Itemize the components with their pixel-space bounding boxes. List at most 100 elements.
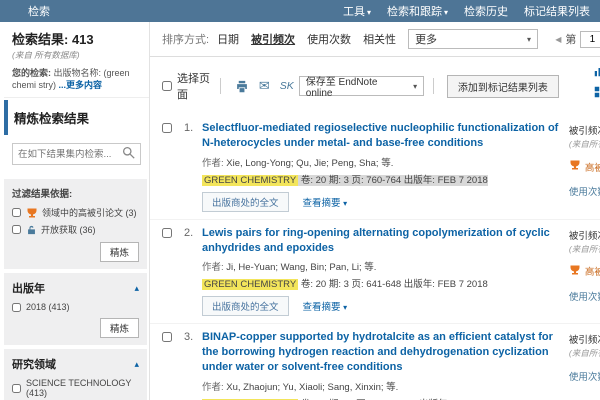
facet-item: 2018 (413) xyxy=(12,302,139,312)
main-content: 排序方式: 日期被引频次使用次数相关性 更多 ▾ ◀ 第 页,共 42 页 ▶ … xyxy=(150,22,600,400)
highly-cited-badge: 高被引论文 xyxy=(569,159,600,174)
pagination: ◀ 第 页,共 42 页 ▶ xyxy=(551,31,600,48)
usage-count-toggle[interactable]: 使用次数 xyxy=(569,184,600,198)
result-title-link[interactable]: BINAP-copper supported by hydrotalcite a… xyxy=(202,330,559,375)
filter-item: 领域中的高被引论文 (3) xyxy=(12,206,139,219)
chevron-up-icon: ▴ xyxy=(134,283,139,294)
prev-page-arrow-icon[interactable]: ◀ xyxy=(555,35,561,44)
sort-by-label: 排序方式: xyxy=(162,31,209,47)
times-cited-label: 被引频次: xyxy=(569,231,600,242)
result-checkbox[interactable] xyxy=(162,332,172,342)
refine-button[interactable]: 精炼 xyxy=(100,318,139,338)
save-to-endnote-select[interactable]: 保存至 EndNote online ▾ xyxy=(299,76,424,96)
sort-options: 日期被引频次使用次数相关性 xyxy=(217,31,408,47)
result-item: 3.BINAP-copper supported by hydrotalcite… xyxy=(150,324,600,400)
facet-item-list: SCIENCE TECHNOLOGY (413)SOCIAL SCIENCES … xyxy=(12,378,139,400)
usage-count-toggle[interactable]: 使用次数 xyxy=(569,369,600,383)
sort-bar: 排序方式: 日期被引频次使用次数相关性 更多 ▾ ◀ 第 页,共 42 页 ▶ xyxy=(150,22,600,57)
results-list: 1.Selectfluor-mediated regioselective nu… xyxy=(150,115,600,400)
filter-item-label: 开放获取 (36) xyxy=(41,223,96,236)
sort-option[interactable]: 被引频次 xyxy=(251,31,295,47)
select-page-checkbox[interactable] xyxy=(162,81,172,91)
filter-checkbox[interactable] xyxy=(12,225,21,234)
topbar-menu-item[interactable]: 检索和跟踪▾ xyxy=(387,3,448,19)
select-page-label: 选择页面 xyxy=(177,70,211,102)
fulltext-from-publisher-button[interactable]: 出版商处的全文 xyxy=(202,192,289,212)
results-summary: 检索结果: 413 (来自 所有数据库) 您的检索: 出版物名称: (green… xyxy=(4,22,149,98)
chevron-down-icon: ▾ xyxy=(403,82,417,91)
topbar-menu-item[interactable]: 标记结果列表 xyxy=(524,3,590,19)
chevron-down-icon: ▾ xyxy=(517,35,531,44)
facet-section-header[interactable]: 研究领域▴ xyxy=(12,356,139,372)
result-citation-info: 被引频次: 6(来自所有数据库)使用次数 xyxy=(569,330,600,400)
page-prefix: 第 xyxy=(565,31,576,47)
sort-more-value: 更多 xyxy=(415,31,437,47)
facet-section-title: 出版年 xyxy=(12,280,45,296)
more-link[interactable]: ...更多内容 xyxy=(59,80,103,90)
result-title-link[interactable]: Lewis pairs for ring-opening alternating… xyxy=(202,226,559,256)
refine-search-input[interactable] xyxy=(18,149,122,160)
create-citation-report-link[interactable]: 创建引文报告 xyxy=(559,65,600,80)
facet-item-label: SCIENCE TECHNOLOGY (413) xyxy=(26,378,139,398)
journal-name-highlighted: GREEN CHEMISTRY xyxy=(202,279,298,290)
refine-search-wrap xyxy=(4,135,149,175)
facet-section: 出版年 ▴ 2018 (413) 精炼 xyxy=(4,273,147,345)
refine-button[interactable]: 精炼 xyxy=(100,242,139,262)
sort-option[interactable]: 使用次数 xyxy=(307,31,351,47)
view-abstract-link[interactable]: 查看摘要 ▾ xyxy=(303,299,348,313)
page-number-input[interactable] xyxy=(580,31,600,48)
add-to-marked-list-button[interactable]: 添加到标记结果列表 xyxy=(447,75,559,98)
sort-option[interactable]: 相关性 xyxy=(363,31,396,47)
filter-block: 过滤结果依据: 领域中的高被引论文 (3) 开放获取 (36) 精炼 xyxy=(4,179,147,269)
email-icon[interactable]: ✉ xyxy=(259,78,270,94)
trophy-icon xyxy=(569,264,585,279)
top-navigation-bar: 检索 工具▾ 检索和跟踪▾ 检索历史标记结果列表 xyxy=(0,0,600,22)
view-abstract-link[interactable]: 查看摘要 ▾ xyxy=(303,195,348,209)
facet-section-header[interactable]: 出版年 ▴ xyxy=(12,280,139,296)
authors-label: 作者: xyxy=(202,382,226,393)
grid-chart-icon xyxy=(594,86,600,101)
authors-label: 作者: xyxy=(202,262,226,273)
facet-checkbox[interactable] xyxy=(12,303,21,312)
topbar-menu-item[interactable]: 检索历史 xyxy=(464,3,508,19)
facet-item-list: 2018 (413) xyxy=(12,302,139,312)
times-cited: 被引频次: 8 xyxy=(569,228,600,242)
sort-more-select[interactable]: 更多 ▾ xyxy=(408,29,538,49)
chevron-down-icon: ▾ xyxy=(343,199,347,208)
facet-sections: 出版年 ▴ 2018 (413) 精炼研究领域▴ SCIENCE TECHNOLOGY … xyxy=(4,273,149,400)
chevron-down-icon: ▾ xyxy=(367,8,371,17)
nav-search[interactable]: 检索 xyxy=(28,3,50,19)
result-links: 出版商处的全文查看摘要 ▾ xyxy=(202,192,559,212)
save-file-icon[interactable]: SK xyxy=(280,80,294,92)
result-checkbox[interactable] xyxy=(162,123,172,133)
facet-item-label: 2018 (413) xyxy=(26,302,70,312)
result-checkbox[interactable] xyxy=(162,228,172,238)
authors-names: Xu, Zhaojun; Yu, Xiaoli; Sang, Xinxin; 等… xyxy=(226,382,398,393)
refine-sidebar: 检索结果: 413 (来自 所有数据库) 您的检索: 出版物名称: (green… xyxy=(0,22,150,400)
fulltext-from-publisher-button[interactable]: 出版商处的全文 xyxy=(202,296,289,316)
your-search-label: 您的检索: xyxy=(12,68,51,78)
topbar-menu-item[interactable]: 工具▾ xyxy=(343,3,371,19)
authors-names: Ji, He-Yuan; Wang, Bin; Pan, Li; 等. xyxy=(226,262,376,273)
facet-section: 研究领域▴ SCIENCE TECHNOLOGY (413)SOCIAL SCIE… xyxy=(4,349,147,400)
result-links: 出版商处的全文查看摘要 ▾ xyxy=(202,296,559,316)
unlock-icon xyxy=(26,224,37,236)
highly-cited-label: 高被引论文 xyxy=(585,264,600,278)
result-checkbox-cell xyxy=(162,330,184,400)
usage-count-toggle[interactable]: 使用次数 xyxy=(569,289,600,303)
filter-by-label: 过滤结果依据: xyxy=(12,186,139,200)
cited-from-note: (来自所有数据库) xyxy=(569,347,600,359)
filter-checkbox[interactable] xyxy=(12,208,21,217)
print-icon[interactable] xyxy=(235,80,249,93)
search-icon[interactable] xyxy=(122,146,135,162)
result-authors: 作者: Xie, Long-Yong; Qu, Jie; Peng, Sha; … xyxy=(202,155,559,169)
analyze-results-link[interactable]: 分析检索结果 xyxy=(559,86,600,101)
result-title-link[interactable]: Selectfluor-mediated regioselective nucl… xyxy=(202,121,559,151)
refine-results-header: 精炼检索结果 xyxy=(4,100,149,135)
authors-names: Xie, Long-Yong; Qu, Jie; Peng, Sha; 等. xyxy=(226,158,393,169)
refine-row: 精炼 xyxy=(12,318,139,338)
result-citation-info: 被引频次: 13(来自所有数据库)高被引论文使用次数 xyxy=(569,121,600,212)
result-actions: 创建引文报告 分析检索结果 xyxy=(559,65,600,107)
sort-option[interactable]: 日期 xyxy=(217,31,239,47)
facet-checkbox[interactable] xyxy=(12,384,21,393)
